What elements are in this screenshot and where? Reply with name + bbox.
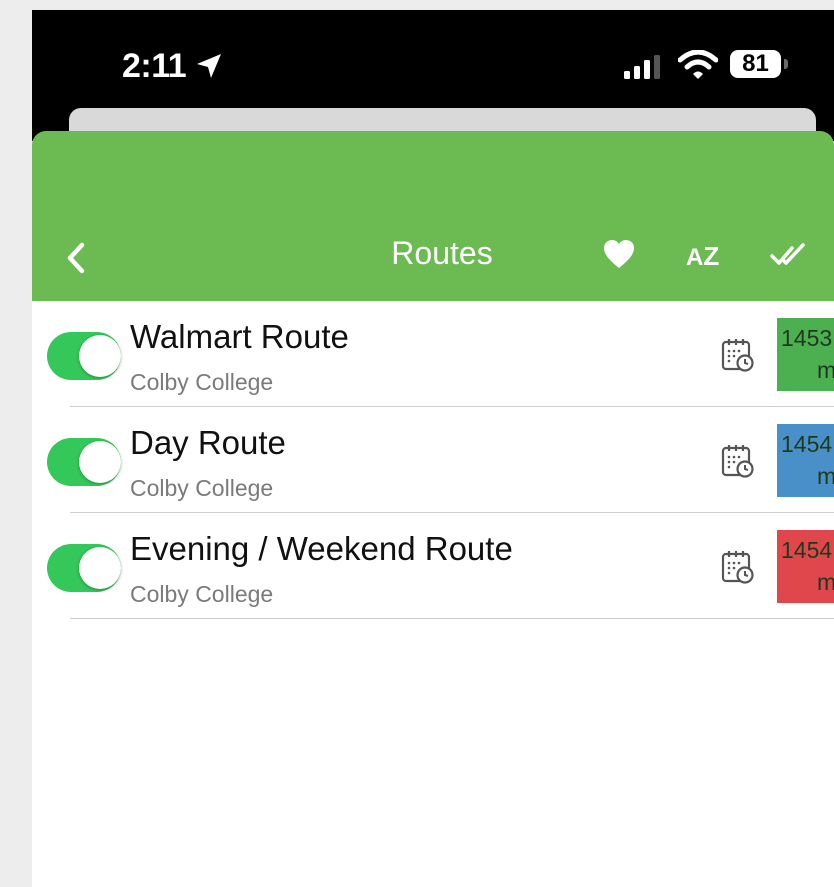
location-arrow-icon <box>197 54 221 78</box>
route-name: Walmart Route <box>130 318 349 355</box>
eta-unit: mi <box>817 463 834 489</box>
calendar-clock-icon[interactable] <box>720 443 756 479</box>
list-item[interactable]: Day Route Colby College 1454 mi <box>32 407 834 513</box>
sort-az-icon[interactable]: AZ <box>686 241 719 272</box>
toggle-knob <box>79 335 121 377</box>
route-name: Day Route <box>130 424 286 461</box>
route-list: Walmart Route Colby College 1453 mi Day … <box>32 301 834 619</box>
page-title: Routes <box>391 235 493 271</box>
eta-unit: mi <box>817 357 834 383</box>
route-toggle[interactable] <box>47 332 121 380</box>
phone-screen: 2:11 81 Routes AZ Walmart Route Colby Co… <box>32 10 834 887</box>
toggle-knob <box>79 441 121 483</box>
calendar-clock-icon[interactable] <box>720 337 756 373</box>
list-item[interactable]: Evening / Weekend Route Colby College 14… <box>32 513 834 619</box>
double-check-icon[interactable] <box>770 242 808 268</box>
chevron-left-icon[interactable] <box>64 241 88 275</box>
cellular-signal-icon <box>624 55 660 79</box>
status-time: 2:11 <box>122 47 187 85</box>
route-subtitle: Colby College <box>130 581 274 607</box>
route-toggle[interactable] <box>47 544 121 592</box>
route-subtitle: Colby College <box>130 475 274 501</box>
eta-badge: 1453 mi <box>777 318 834 391</box>
navigation-bar: Routes AZ <box>32 131 834 301</box>
eta-value: 1453 <box>781 325 833 351</box>
eta-badge: 1454 mi <box>777 424 834 497</box>
eta-unit: mi <box>817 569 834 595</box>
list-item[interactable]: Walmart Route Colby College 1453 mi <box>32 301 834 407</box>
eta-badge: 1454 mi <box>777 530 834 603</box>
eta-value: 1454 <box>781 431 833 457</box>
wifi-icon <box>678 50 718 79</box>
calendar-clock-icon[interactable] <box>720 549 756 585</box>
route-toggle[interactable] <box>47 438 121 486</box>
battery-indicator: 81 <box>730 50 781 78</box>
eta-value: 1454 <box>781 537 833 563</box>
heart-icon[interactable] <box>603 239 635 269</box>
toggle-knob <box>79 547 121 589</box>
route-subtitle: Colby College <box>130 369 274 395</box>
row-divider <box>70 618 834 619</box>
route-name: Evening / Weekend Route <box>130 530 513 567</box>
battery-cap <box>784 59 788 69</box>
